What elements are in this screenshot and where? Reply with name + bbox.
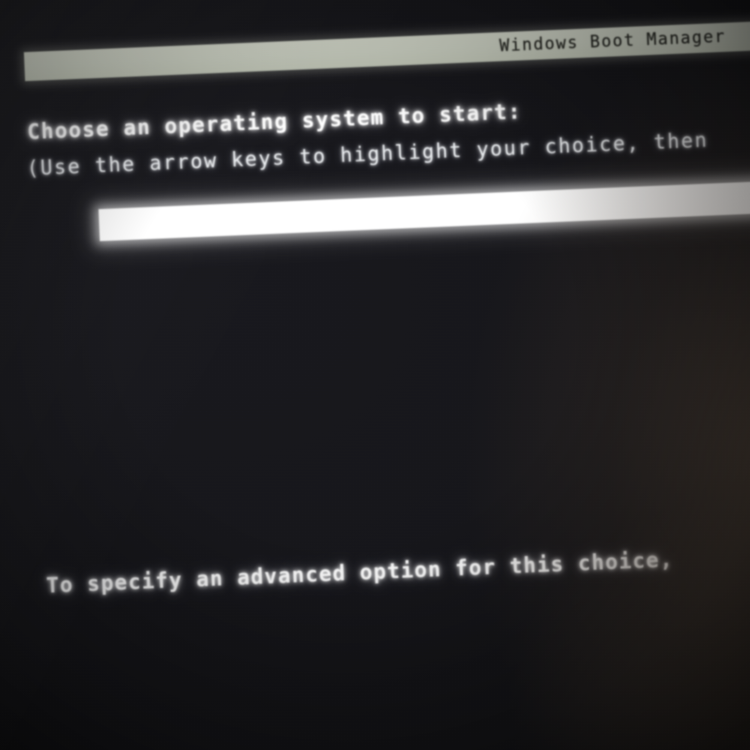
page-title: Choose an operating system to start: xyxy=(26,99,523,145)
screen-surface: Windows Boot Manager Choose an operating… xyxy=(0,0,750,750)
photographed-screen: Windows Boot Manager Choose an operating… xyxy=(0,0,750,750)
boot-entry-selected[interactable] xyxy=(98,179,750,242)
window-title: Windows Boot Manager xyxy=(498,26,727,56)
titlebar: Windows Boot Manager xyxy=(23,20,750,82)
windows-boot-manager-screen: Windows Boot Manager Choose an operating… xyxy=(0,0,750,750)
advanced-option-hint: To specify an advanced option for this c… xyxy=(45,547,674,598)
